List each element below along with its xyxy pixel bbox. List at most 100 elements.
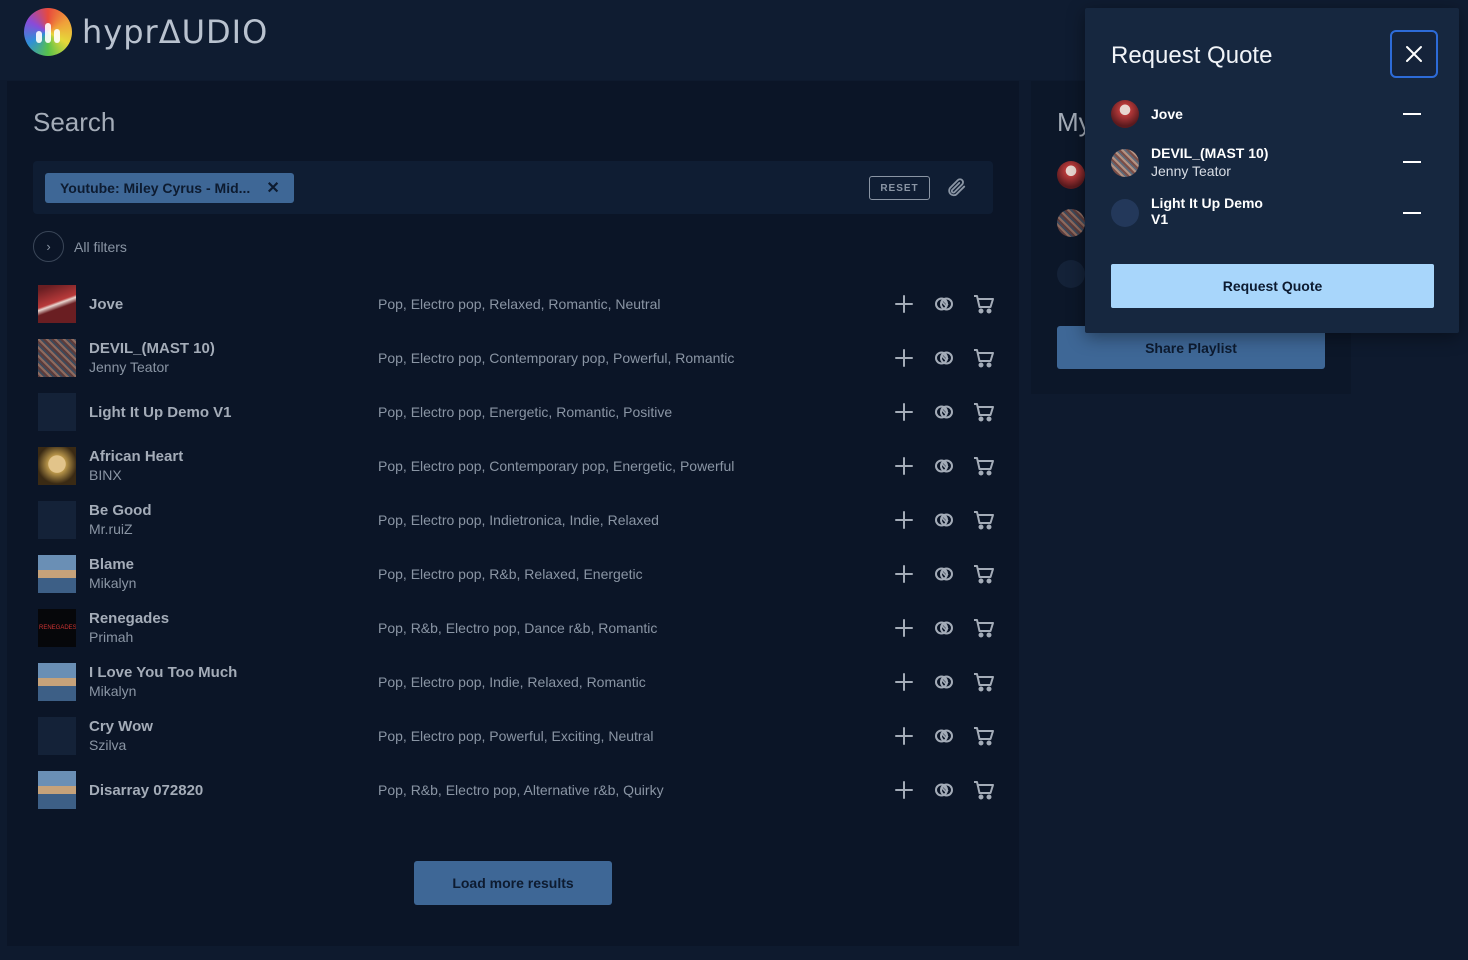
track-thumbnail [38,771,76,809]
close-icon [1406,46,1422,62]
add-to-cart-icon[interactable] [972,346,996,370]
playlist-thumb [1057,161,1085,189]
logo-icon [24,8,72,56]
track-title[interactable]: Renegades [89,610,169,627]
track-thumbnail: RENEGADES [38,609,76,647]
track-thumbnail [38,663,76,701]
add-to-cart-icon[interactable] [972,400,996,424]
track-row[interactable]: Disarray 072820 Pop, R&b, Electro pop, Al… [38,764,996,818]
add-to-playlist-icon[interactable] [892,562,916,586]
track-thumbnail [38,285,76,323]
add-to-playlist-icon[interactable] [892,346,916,370]
similar-tracks-icon[interactable] [932,562,956,586]
add-to-cart-icon[interactable] [972,292,996,316]
chip-remove-icon[interactable]: ✕ [266,178,279,198]
track-row[interactable]: Be Good Mr.ruiZ Pop, Electro pop, Indietro… [38,494,996,548]
add-to-playlist-icon[interactable] [892,616,916,640]
track-artist[interactable]: Jenny Teator [89,359,169,375]
track-tags: Pop, Electro pop, Relaxed, Romantic, Neu… [378,296,661,312]
search-chip[interactable]: Youtube: Miley Cyrus - Mid... ✕ [45,173,294,203]
track-row[interactable]: Blame Mikalyn Pop, Electro pop, R&b, Relax… [38,548,996,602]
track-row[interactable]: RENEGADES Renegades Primah Pop, R&b, Electr… [38,602,996,656]
search-title: Search [33,107,116,137]
track-title[interactable]: Light It Up Demo V1 [89,404,232,421]
similar-tracks-icon[interactable] [932,616,956,640]
track-title[interactable]: DEVIL_(MAST 10) [89,340,215,357]
track-tags: Pop, R&b, Electro pop, Alternative r&b, … [378,782,664,798]
quote-item-title: DEVIL_(MAST 10) [1151,145,1269,161]
request-quote-button[interactable]: Request Quote [1111,264,1434,308]
add-to-playlist-icon[interactable] [892,508,916,532]
add-to-cart-icon[interactable] [972,454,996,478]
track-row[interactable]: African Heart BINX Pop, Electro pop, Conte… [38,440,996,494]
search-bar[interactable]: Youtube: Miley Cyrus - Mid... ✕ RESET [33,161,993,214]
track-title[interactable]: Be Good [89,502,152,519]
logo-text: hyprΔUDIO [82,13,269,51]
track-title[interactable]: African Heart [89,448,183,465]
track-row[interactable]: DEVIL_(MAST 10) Jenny Teator Pop, Electro … [38,332,996,386]
track-title[interactable]: I Love You Too Much [89,664,237,681]
track-title[interactable]: Cry Wow [89,718,153,735]
similar-tracks-icon[interactable] [932,346,956,370]
track-title[interactable]: Jove [89,296,123,313]
track-artist[interactable]: Mikalyn [89,575,136,591]
add-to-playlist-icon[interactable] [892,724,916,748]
track-row[interactable]: Jove Pop, Electro pop, Relaxed, Romantic,… [38,278,996,332]
add-to-cart-icon[interactable] [972,508,996,532]
quote-thumb [1111,149,1139,177]
similar-tracks-icon[interactable] [932,400,956,424]
track-tags: Pop, Electro pop, Contemporary pop, Ener… [378,458,735,474]
track-tags: Pop, Electro pop, Indie, Relaxed, Romant… [378,674,646,690]
track-tags: Pop, R&b, Electro pop, Dance r&b, Romant… [378,620,658,636]
track-artist[interactable]: Szilva [89,737,126,753]
track-tags: Pop, Electro pop, Powerful, Exciting, Ne… [378,728,654,744]
request-quote-modal: Request Quote Jove DEVIL_(MAST 10) Jenny… [1085,8,1459,333]
track-artist[interactable]: BINX [89,467,122,483]
track-row[interactable]: Cry Wow Szilva Pop, Electro pop, Powerful,… [38,710,996,764]
remove-icon[interactable] [1403,161,1421,163]
track-row[interactable]: Light It Up Demo V1 Pop, Electro pop, Ene… [38,386,996,440]
reset-button[interactable]: RESET [869,176,930,200]
track-thumbnail [38,717,76,755]
track-row[interactable]: I Love You Too Much Mikalyn Pop, Electro p… [38,656,996,710]
add-to-cart-icon[interactable] [972,562,996,586]
add-to-playlist-icon[interactable] [892,670,916,694]
add-to-cart-icon[interactable] [972,724,996,748]
similar-tracks-icon[interactable] [932,724,956,748]
track-artist[interactable]: Mr.ruiZ [89,521,133,537]
logo[interactable]: hyprΔUDIO [24,8,268,56]
playlist-thumb [1057,260,1085,288]
remove-icon[interactable] [1403,212,1421,214]
quote-item-title: Jove [1151,106,1183,122]
add-to-playlist-icon[interactable] [892,400,916,424]
similar-tracks-icon[interactable] [932,454,956,478]
similar-tracks-icon[interactable] [932,778,956,802]
all-filters-toggle[interactable]: › All filters [33,231,127,262]
track-tags: Pop, Electro pop, Contemporary pop, Powe… [378,350,735,366]
close-button[interactable] [1390,30,1438,78]
chevron-right-icon[interactable]: › [33,231,64,262]
track-tags: Pop, Electro pop, R&b, Relaxed, Energeti… [378,566,643,582]
add-to-cart-icon[interactable] [972,778,996,802]
similar-tracks-icon[interactable] [932,670,956,694]
similar-tracks-icon[interactable] [932,292,956,316]
search-panel: Search Youtube: Miley Cyrus - Mid... ✕ R… [7,81,1019,946]
add-to-cart-icon[interactable] [972,670,996,694]
similar-tracks-icon[interactable] [932,508,956,532]
remove-icon[interactable] [1403,113,1421,115]
quote-thumb [1111,199,1139,227]
track-artist[interactable]: Mikalyn [89,683,136,699]
thumbnail-caption: RENEGADES [39,625,76,631]
add-to-cart-icon[interactable] [972,616,996,640]
add-to-playlist-icon[interactable] [892,778,916,802]
track-title[interactable]: Blame [89,556,134,573]
track-thumbnail [38,501,76,539]
quote-item-artist: Jenny Teator [1151,163,1231,179]
add-to-playlist-icon[interactable] [892,454,916,478]
load-more-button[interactable]: Load more results [414,861,612,905]
add-to-playlist-icon[interactable] [892,292,916,316]
track-title[interactable]: Disarray 072820 [89,782,203,799]
track-artist[interactable]: Primah [89,629,133,645]
paperclip-icon[interactable] [945,176,967,198]
track-tags: Pop, Electro pop, Indietronica, Indie, R… [378,512,659,528]
